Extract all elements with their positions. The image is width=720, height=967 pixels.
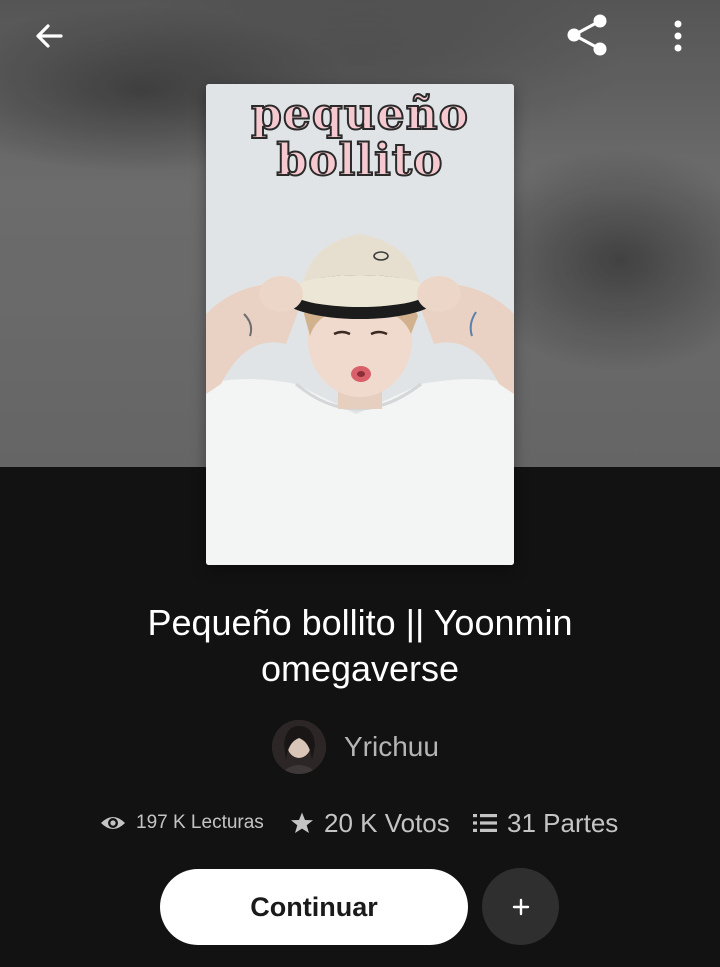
- votes-stat: 20 K Votos: [290, 800, 450, 846]
- cover-title-line2: bollito: [276, 135, 444, 186]
- add-to-library-button[interactable]: [482, 868, 559, 945]
- continue-reading-button[interactable]: Continuar: [160, 869, 468, 945]
- cover-title: pequeño bollito: [206, 89, 514, 186]
- share-button[interactable]: [560, 10, 614, 60]
- avatar: [272, 720, 326, 774]
- list-icon: [473, 814, 497, 832]
- eye-icon: [101, 817, 125, 829]
- more-vertical-icon: [674, 20, 682, 52]
- cover-title-line1: pequeño: [250, 89, 469, 140]
- arrow-left-icon: [36, 24, 63, 48]
- author-name: Yrichuu: [344, 731, 439, 762]
- top-bar: [0, 0, 720, 70]
- votes-count: 20 K Votos: [324, 807, 450, 838]
- reads-count: 197 K Lecturas: [136, 812, 264, 833]
- plus-icon: [512, 898, 529, 915]
- avatar-image: [272, 720, 326, 774]
- story-title: Pequeño bollito || Yoonmin omegaverse: [147, 602, 573, 689]
- more-options-button[interactable]: [656, 14, 700, 58]
- story-stats: 197 K Lecturas 20 K Votos 31 Partes: [0, 800, 720, 846]
- back-button[interactable]: [24, 14, 74, 58]
- reads-stat: 197 K Lecturas: [100, 800, 264, 846]
- story-cover[interactable]: pequeño bollito: [206, 84, 514, 565]
- author-link[interactable]: Yrichuu: [272, 720, 439, 774]
- parts-count: 31 Partes: [507, 807, 619, 838]
- parts-stat: 31 Partes: [473, 800, 618, 846]
- star-icon: [291, 812, 313, 833]
- share-icon: [567, 14, 607, 56]
